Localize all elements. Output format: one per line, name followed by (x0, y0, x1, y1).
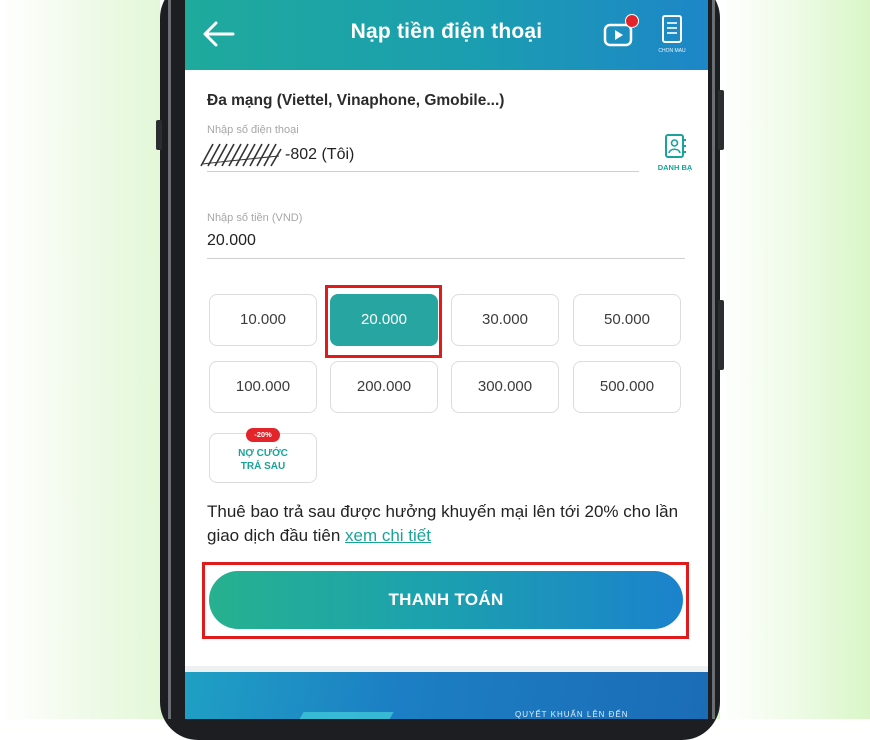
frame-edge (712, 0, 715, 719)
amount-option-100000[interactable]: 100.000 (209, 361, 317, 413)
amount-option-50000[interactable]: 50.000 (573, 294, 681, 346)
amount-option-500000[interactable]: 500.000 (573, 361, 681, 413)
phone-field[interactable]: -802 (Tôi) (199, 140, 639, 168)
selected-amount-highlight (325, 285, 442, 358)
redacted-number-scribble (200, 143, 282, 167)
banner-text: QUYẾT KHUẤN LÊN ĐẾN (515, 710, 629, 719)
amount-option-30000[interactable]: 30.000 (451, 294, 559, 346)
app-header: Nạp tiền điện thoại CHON MAU (185, 0, 708, 70)
discount-badge: -20% (246, 428, 280, 442)
amount-option-300000[interactable]: 300.000 (451, 361, 559, 413)
banner-decoration (286, 712, 394, 719)
background-right (720, 0, 870, 719)
phone-side-button (718, 300, 724, 370)
contacts-label: DANH BẠ (657, 163, 693, 172)
promo-text: Thuê bao trả sau được hưởng khuyến mại l… (207, 502, 679, 545)
notification-dot (625, 14, 639, 28)
promo-message: Thuê bao trả sau được hưởng khuyến mại l… (207, 500, 697, 548)
postpaid-label-line1: NỢ CƯỚC (238, 448, 288, 459)
receipt-icon[interactable] (661, 14, 683, 44)
phone-field-value: -802 (Tôi) (285, 146, 355, 163)
phone-side-button (718, 90, 724, 150)
network-label: Đa mạng (Viettel, Vinaphone, Gmobile...) (207, 92, 505, 109)
postpaid-debt-button[interactable]: -20% NỢ CƯỚC TRẢ SAU (209, 428, 317, 483)
promo-banner[interactable]: QUYẾT KHUẤN LÊN ĐẾN (185, 672, 708, 719)
receipt-label: CHON MAU (658, 48, 686, 54)
phone-field-label: Nhập số điện thoại (207, 124, 299, 136)
app-screen: Nạp tiền điện thoại CHON MAU Đa mạng (Vi… (185, 0, 708, 719)
amount-option-10000[interactable]: 10.000 (209, 294, 317, 346)
contacts-book-icon (665, 134, 686, 158)
see-details-link[interactable]: xem chi tiết (345, 526, 431, 545)
contacts-button[interactable]: DANH BẠ (653, 132, 697, 176)
amount-field-label: Nhập số tiền (VND) (207, 212, 303, 224)
phone-field-underline (207, 171, 639, 172)
pay-button-highlight (202, 562, 689, 639)
amount-field-underline (207, 258, 685, 259)
amount-field-value[interactable]: 20.000 (207, 232, 256, 250)
background-left (0, 0, 160, 719)
frame-edge (168, 0, 171, 719)
postpaid-label-line2: TRẢ SAU (240, 461, 286, 472)
phone-side-button (156, 120, 162, 150)
amount-option-200000[interactable]: 200.000 (330, 361, 438, 413)
